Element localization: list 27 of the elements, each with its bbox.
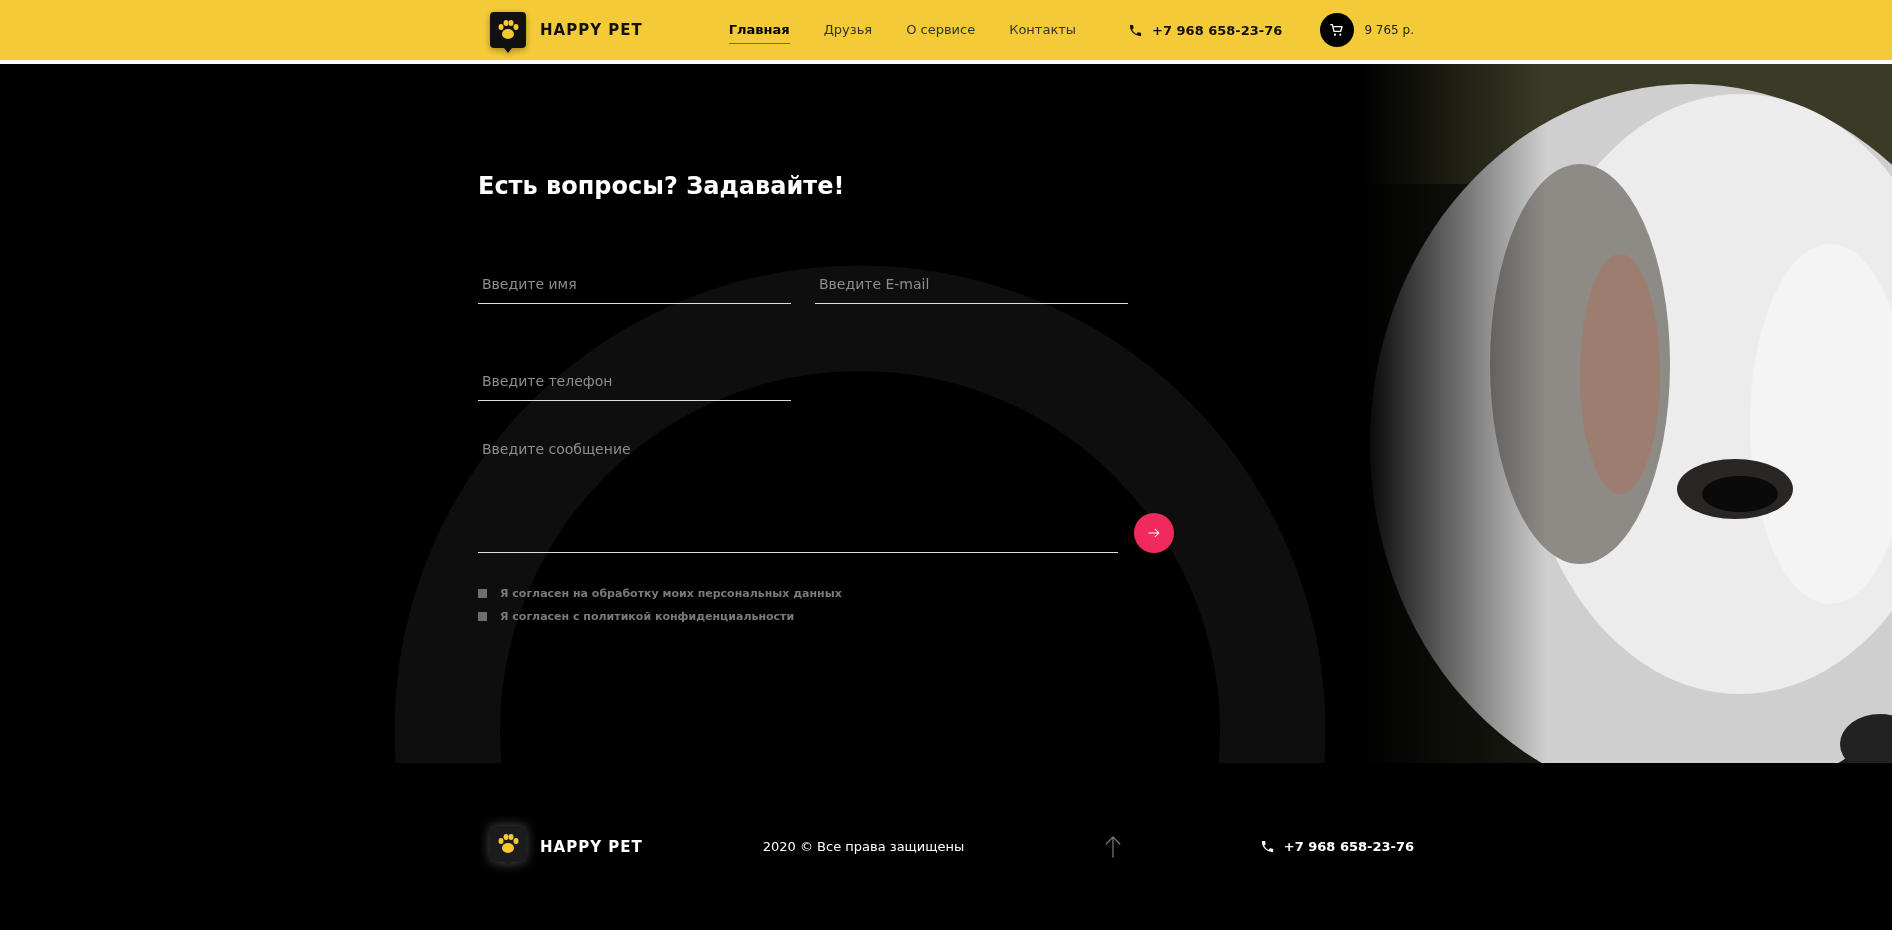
paw-logo-icon[interactable] <box>490 825 526 868</box>
copyright-text: 2020 © Все права защищены <box>762 839 965 854</box>
nav-link[interactable]: Друзья <box>823 16 873 44</box>
phone-icon <box>1128 22 1144 38</box>
checkbox[interactable] <box>478 589 487 598</box>
consent-label: Я согласен с политикой конфиденциальности <box>500 610 795 623</box>
phone-link[interactable]: +7 968 658-23-76 <box>1283 839 1414 854</box>
send-button[interactable] <box>1134 513 1174 553</box>
input-field[interactable]: Введите телефон <box>478 361 791 401</box>
nav-link[interactable]: Контакты <box>1009 16 1077 44</box>
cart-button[interactable] <box>1320 13 1355 47</box>
input-field[interactable]: Введите имя <box>478 264 791 304</box>
nav-link[interactable]: О сервисе <box>906 16 976 44</box>
form-title: Есть вопросы? Задавайте! <box>478 172 846 200</box>
cart-total: 9 765 р. <box>1364 23 1414 37</box>
message-field[interactable]: Введите сообщение <box>478 431 1118 553</box>
checkbox[interactable] <box>478 612 487 621</box>
paw-logo-icon[interactable] <box>490 12 526 54</box>
phone-link[interactable]: +7 968 658-23-76 <box>1152 22 1283 38</box>
brand-name: HAPPY PET <box>540 837 643 856</box>
cart-icon <box>1329 22 1346 38</box>
input-field[interactable]: Введите E-mail <box>815 264 1128 304</box>
consent-label: Я согласен на обработку моих персональных данных <box>500 587 842 600</box>
phone-icon <box>1259 839 1275 854</box>
brand-name: HAPPY PET <box>540 21 643 39</box>
arrow-up-icon[interactable] <box>1104 834 1123 859</box>
nav-link[interactable]: Главная <box>728 16 790 44</box>
